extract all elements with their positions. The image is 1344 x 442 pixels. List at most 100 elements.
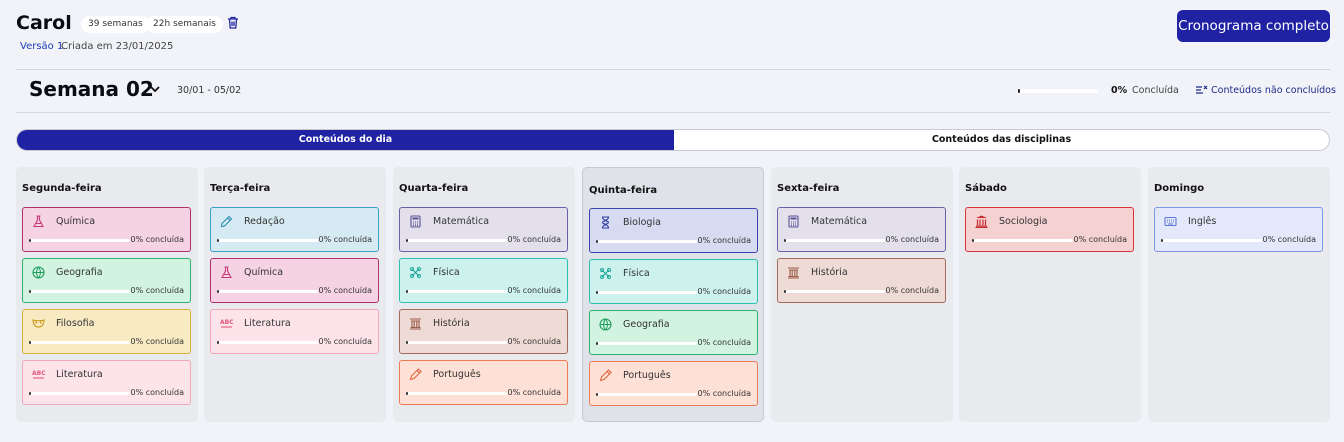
- svg-text:ABC: ABC: [32, 370, 45, 377]
- full-schedule-button[interactable]: Cronograma completo: [1177, 10, 1330, 42]
- subject-name: Redação: [244, 216, 285, 227]
- subject-progress-value: 0% concluída: [130, 235, 185, 244]
- weeks-badge: 39 semanas: [81, 16, 150, 33]
- atom-icon: [600, 268, 611, 279]
- subject-progress-bar: [784, 239, 885, 242]
- pen-icon: [599, 369, 612, 382]
- subject-progress-value: 0% concluída: [697, 236, 752, 245]
- day-column: Terça-feira Redação 0% concluída Química 0% …: [204, 167, 386, 422]
- subject-name: Literatura: [244, 318, 291, 329]
- subject-card[interactable]: Biologia 0% concluída: [589, 208, 758, 253]
- flask-icon: [33, 215, 44, 228]
- subject-name: Matemática: [811, 216, 868, 227]
- subject-name: Biologia: [623, 217, 661, 228]
- subject-card[interactable]: Redação 0% concluída: [210, 207, 379, 252]
- subject-progress-value: 0% concluída: [130, 337, 185, 346]
- created-date: Criada em 23/01/2025: [61, 41, 174, 52]
- subject-name: Física: [623, 268, 650, 279]
- keyboard-icon: [1164, 216, 1177, 227]
- day-column: Segunda-feira Química 0% concluída Geografi…: [16, 167, 198, 422]
- subject-progress-value: 0% concluída: [507, 286, 562, 295]
- day-title: Quinta-feira: [589, 185, 658, 196]
- subject-card[interactable]: História 0% concluída: [399, 309, 568, 354]
- globe-icon: [599, 318, 612, 331]
- subject-name: Português: [623, 370, 671, 381]
- calculator-icon: [410, 215, 421, 228]
- subject-card[interactable]: Sociologia 0% concluída: [965, 207, 1134, 252]
- page-header: Carol 39 semanas 22h semanais Versão 1 C…: [16, 10, 1330, 58]
- subject-progress-bar: [1161, 239, 1262, 242]
- subject-card[interactable]: Português 0% concluída: [589, 361, 758, 406]
- day-title: Terça-feira: [210, 183, 271, 194]
- subject-progress-bar: [406, 290, 507, 293]
- subject-name: Inglês: [1188, 216, 1217, 227]
- week-progress-label: Concluída: [1132, 85, 1179, 96]
- subject-card[interactable]: Matemática 0% concluída: [399, 207, 568, 252]
- globe-icon: [32, 266, 45, 279]
- subject-name: Matemática: [433, 216, 490, 227]
- subject-card[interactable]: Inglês 0% concluída: [1154, 207, 1323, 252]
- subject-progress-bar: [29, 392, 130, 395]
- subject-name: Química: [244, 267, 284, 278]
- flask-icon: [221, 266, 232, 279]
- subject-progress-bar: [217, 290, 318, 293]
- subject-progress-value: 0% concluída: [697, 287, 752, 296]
- subject-card[interactable]: Matemática 0% concluída: [777, 207, 946, 252]
- student-name: Carol: [16, 12, 72, 34]
- subject-card[interactable]: História 0% concluída: [777, 258, 946, 303]
- subject-name: Sociologia: [999, 216, 1048, 227]
- subject-card[interactable]: Geografia 0% concluída: [589, 310, 758, 355]
- subject-progress-value: 0% concluída: [318, 235, 373, 244]
- trash-icon[interactable]: [227, 16, 239, 29]
- dna-icon: [601, 216, 610, 229]
- subject-progress-value: 0% concluída: [318, 286, 373, 295]
- subject-progress-bar: [29, 239, 130, 242]
- subject-name: Geografia: [623, 319, 670, 330]
- subject-name: História: [811, 267, 848, 278]
- day-column: Quarta-feira Matemática 0% concluída Física…: [393, 167, 575, 422]
- subject-name: Física: [433, 267, 460, 278]
- abc-icon: ABC: [220, 319, 233, 328]
- subject-card[interactable]: Química 0% concluída: [22, 207, 191, 252]
- divider: [16, 69, 1330, 70]
- subject-progress-value: 0% concluída: [507, 235, 562, 244]
- tab-day-contents[interactable]: Conteúdos do dia: [17, 130, 674, 150]
- subject-progress-value: 0% concluída: [507, 337, 562, 346]
- subject-card[interactable]: Física 0% concluída: [399, 258, 568, 303]
- version-link[interactable]: Versão 1: [20, 41, 63, 52]
- subject-card[interactable]: Química 0% concluída: [210, 258, 379, 303]
- subject-name: História: [433, 318, 470, 329]
- subject-progress-value: 0% concluída: [318, 337, 373, 346]
- subject-progress-bar: [406, 341, 507, 344]
- day-column: Quinta-feira Biologia 0% concluída Física 0%…: [582, 167, 764, 422]
- column-icon: [788, 267, 799, 279]
- subject-progress-value: 0% concluída: [697, 338, 752, 347]
- day-title: Sexta-feira: [777, 183, 840, 194]
- unfinished-filter-label: Conteúdos não concluídos: [1211, 85, 1336, 96]
- subject-card[interactable]: Português 0% concluída: [399, 360, 568, 405]
- day-title: Sábado: [965, 183, 1007, 194]
- week-title[interactable]: Semana 02: [29, 77, 154, 101]
- subject-card[interactable]: ABC Literatura 0% concluída: [22, 360, 191, 405]
- hours-badge: 22h semanais: [146, 16, 223, 33]
- subject-progress-value: 0% concluída: [697, 389, 752, 398]
- chevron-down-icon[interactable]: [150, 86, 160, 93]
- subject-progress-bar: [596, 240, 697, 243]
- subject-card[interactable]: Filosofia 0% concluída: [22, 309, 191, 354]
- tab-subject-contents[interactable]: Conteúdos das disciplinas: [674, 130, 1329, 150]
- calculator-icon: [788, 215, 799, 228]
- abc-icon: ABC: [32, 370, 45, 379]
- atom-icon: [410, 267, 421, 278]
- subject-name: Português: [433, 369, 481, 380]
- column-icon: [410, 318, 421, 330]
- filter-list-icon: [1196, 85, 1208, 94]
- subject-progress-bar: [29, 341, 130, 344]
- subject-progress-value: 0% concluída: [130, 286, 185, 295]
- day-title: Domingo: [1154, 183, 1205, 194]
- subject-card[interactable]: ABC Literatura 0% concluída: [210, 309, 379, 354]
- subject-progress-value: 0% concluída: [885, 235, 940, 244]
- subject-card[interactable]: Física 0% concluída: [589, 259, 758, 304]
- svg-text:ABC: ABC: [220, 319, 233, 326]
- day-column: Sexta-feira Matemática 0% concluída Históri…: [771, 167, 953, 422]
- subject-card[interactable]: Geografia 0% concluída: [22, 258, 191, 303]
